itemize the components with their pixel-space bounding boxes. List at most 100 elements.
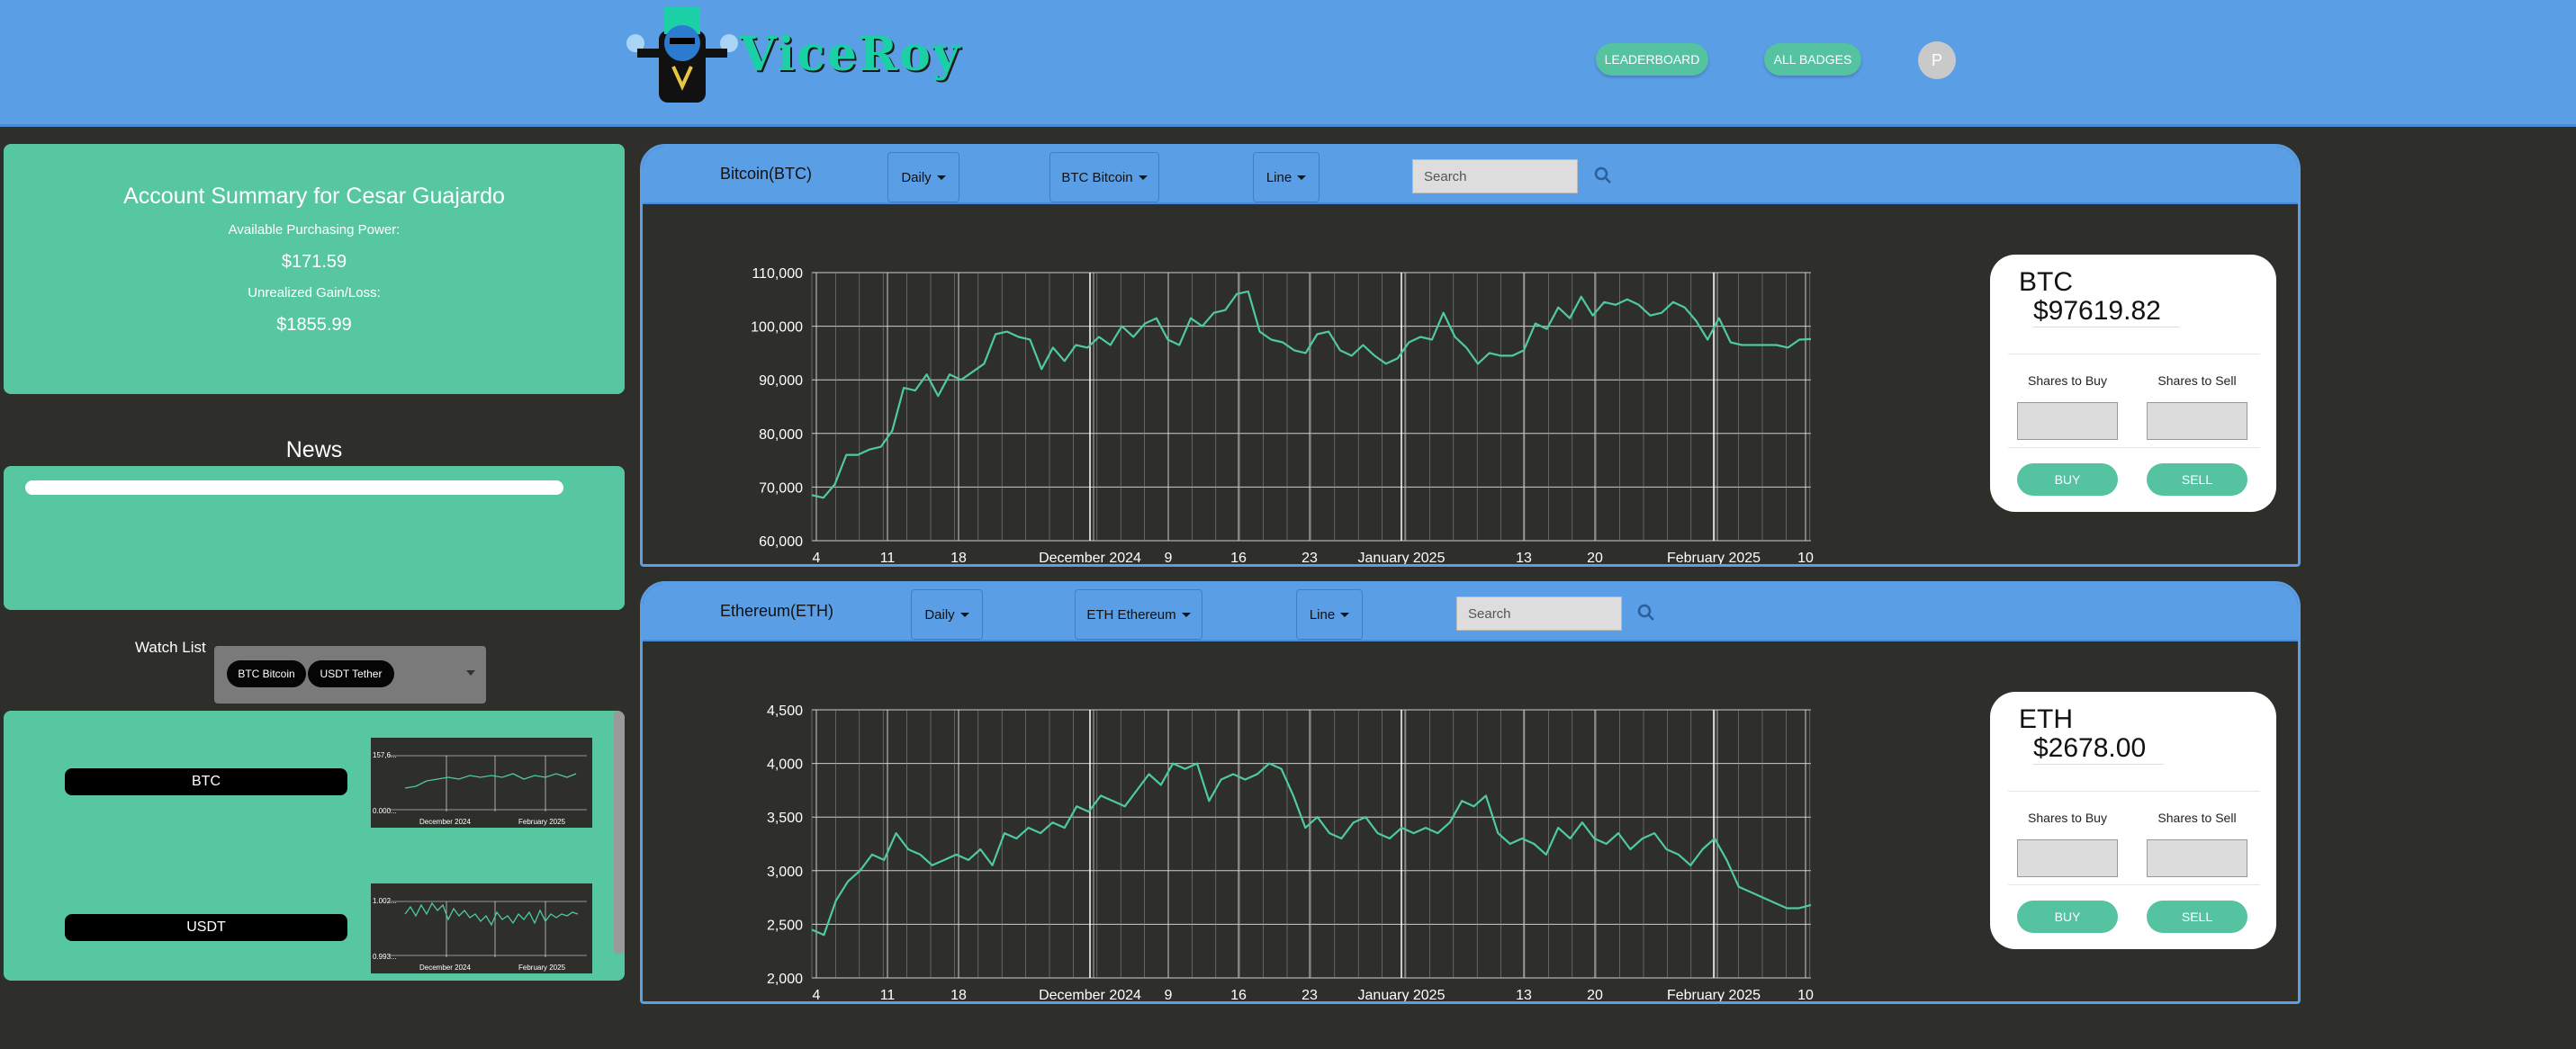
y-tick-label: 3,000	[767, 865, 803, 880]
mini-usdt-xlabel-2: February 2025	[518, 964, 566, 972]
purchasing-power-label: Available Purchasing Power:	[228, 222, 401, 238]
divider	[2008, 791, 2260, 792]
x-tick-label: 9	[1165, 551, 1173, 566]
x-tick-label: 4	[813, 988, 821, 1003]
y-tick-label: 70,000	[759, 480, 803, 496]
trade-price-eth: $2678.00	[2033, 733, 2165, 765]
y-tick-label: 2,000	[767, 972, 803, 987]
x-tick-label: 9	[1165, 988, 1173, 1003]
search-input-eth[interactable]	[1456, 596, 1622, 631]
coin-name-btc: Bitcoin(BTC)	[720, 165, 813, 183]
shares-to-buy-label-btc: Shares to Buy	[2028, 373, 2107, 388]
buy-button-eth[interactable]: BUY	[2017, 901, 2118, 933]
watch-chip-btc[interactable]: BTC Bitcoin	[227, 660, 306, 687]
y-tick-label: 110,000	[752, 266, 803, 282]
x-tick-label: 13	[1516, 551, 1532, 566]
y-tick-label: 90,000	[759, 373, 803, 389]
chart-style-label-eth: Line	[1309, 606, 1336, 623]
x-tick-label: 4	[813, 551, 821, 566]
coin-toolbar-eth: Ethereum(ETH) Daily ETH Ethereum Line	[643, 584, 2298, 641]
watch-list-label: Watch List	[135, 639, 206, 656]
search-icon[interactable]	[1635, 602, 1657, 623]
news-panel	[4, 466, 625, 610]
asset-dropdown-eth[interactable]: ETH Ethereum	[1075, 589, 1202, 640]
avatar[interactable]: P	[1918, 41, 1956, 79]
divider	[2008, 884, 2260, 885]
shares-to-buy-input-eth[interactable]	[2017, 839, 2118, 877]
price-series-line	[811, 290, 1812, 499]
y-tick-label: 2,500	[767, 918, 803, 933]
x-tick-label: 10	[1797, 988, 1814, 1003]
coin-panel-eth: Ethereum(ETH) Daily ETH Ethereum Line 2,…	[640, 581, 2301, 1004]
scrollbar[interactable]	[614, 711, 625, 954]
shares-to-sell-input-eth[interactable]	[2147, 839, 2247, 877]
chevron-down-icon	[1297, 175, 1307, 180]
purchasing-power-value: $171.59	[281, 252, 347, 272]
asset-dropdown-btc[interactable]: BTC Bitcoin	[1049, 152, 1159, 202]
x-tick-label: 16	[1230, 988, 1247, 1003]
mini-chart-btc: 157,6... 0.000... December 2024 February…	[371, 738, 592, 828]
mini-btc-ymin: 0.000...	[373, 807, 397, 815]
mini-btc-xlabel-2: February 2025	[518, 818, 566, 826]
chevron-down-icon	[1181, 612, 1191, 617]
shares-to-sell-label-btc: Shares to Sell	[2157, 373, 2237, 388]
x-tick-label: February 2025	[1667, 551, 1761, 566]
x-tick-label: 18	[950, 988, 967, 1003]
search-icon[interactable]	[1592, 165, 1614, 186]
gain-loss-value: $1855.99	[276, 315, 352, 335]
watch-list-panel: BTC 157,6... 0.000... December 2024 Febr…	[4, 711, 625, 981]
chevron-down-icon	[936, 175, 946, 180]
y-tick-label: 4,000	[767, 758, 803, 773]
y-tick-label: 100,000	[751, 320, 803, 336]
x-tick-label: December 2024	[1039, 551, 1141, 566]
search-input-btc[interactable]	[1412, 159, 1578, 193]
watch-item-usdt[interactable]: USDT	[65, 914, 347, 941]
account-summary: Account Summary for Cesar Guajardo Avail…	[4, 144, 625, 394]
price-series-line	[811, 762, 1812, 937]
viceroy-logo	[626, 7, 738, 103]
mini-usdt-ymax: 1.002...	[373, 897, 397, 905]
sell-button-eth[interactable]: SELL	[2147, 901, 2247, 933]
x-tick-label: 11	[880, 551, 896, 566]
leaderboard-button[interactable]: LEADERBOARD	[1596, 43, 1708, 76]
mini-btc-xlabel-1: December 2024	[419, 818, 471, 826]
coin-name-eth: Ethereum(ETH)	[720, 602, 834, 620]
chevron-down-icon[interactable]	[466, 670, 475, 676]
watch-item-btc[interactable]: BTC	[65, 768, 347, 795]
sell-button-btc[interactable]: SELL	[2147, 463, 2247, 496]
chevron-down-icon	[1138, 175, 1148, 180]
chart-style-dropdown-btc[interactable]: Line	[1253, 152, 1320, 202]
watch-list-select[interactable]: BTC Bitcoin USDT Tether	[214, 646, 486, 704]
x-tick-label: 18	[950, 551, 967, 566]
chevron-down-icon	[959, 612, 969, 617]
x-tick-label: February 2025	[1667, 988, 1761, 1003]
y-tick-label: 3,500	[767, 811, 803, 826]
coin-panel-btc: Bitcoin(BTC) Daily BTC Bitcoin Line 60,0…	[640, 144, 2301, 567]
all-badges-button[interactable]: ALL BADGES	[1764, 43, 1861, 76]
interval-dropdown-eth[interactable]: Daily	[911, 589, 983, 640]
mini-usdt-xlabel-1: December 2024	[419, 964, 471, 972]
price-chart-btc: 60,000 70,000 80,000 90,000 100,000 110,000 4 1…	[751, 266, 1814, 566]
coin-toolbar-btc: Bitcoin(BTC) Daily BTC Bitcoin Line	[643, 147, 2298, 204]
brand-name: ViceRoy	[740, 27, 962, 82]
mini-btc-ymax: 157,6...	[373, 751, 397, 759]
account-summary-title: Account Summary for Cesar Guajardo	[123, 184, 505, 209]
chart-style-label-btc: Line	[1265, 169, 1293, 185]
trade-card-eth: ETH $2678.00 Shares to Buy Shares to Sel…	[1990, 692, 2276, 949]
trade-symbol-eth: ETH	[2019, 704, 2073, 734]
interval-label-eth: Daily	[924, 606, 955, 623]
mini-chart-usdt: 1.002... 0.993... December 2024 February…	[371, 883, 592, 973]
watch-chip-usdt[interactable]: USDT Tether	[308, 660, 394, 687]
shares-to-sell-input-btc[interactable]	[2147, 402, 2247, 440]
y-tick-label: 80,000	[759, 427, 803, 443]
chevron-down-icon	[1340, 612, 1350, 617]
x-tick-label: 11	[880, 988, 896, 1003]
y-tick-label: 60,000	[759, 534, 803, 550]
asset-label-btc: BTC Bitcoin	[1061, 169, 1133, 185]
x-tick-label: 10	[1797, 551, 1814, 566]
chart-style-dropdown-eth[interactable]: Line	[1296, 589, 1363, 640]
interval-dropdown-btc[interactable]: Daily	[887, 152, 959, 202]
shares-to-buy-input-btc[interactable]	[2017, 402, 2118, 440]
buy-button-btc[interactable]: BUY	[2017, 463, 2118, 496]
shares-to-buy-label-eth: Shares to Buy	[2028, 811, 2107, 825]
